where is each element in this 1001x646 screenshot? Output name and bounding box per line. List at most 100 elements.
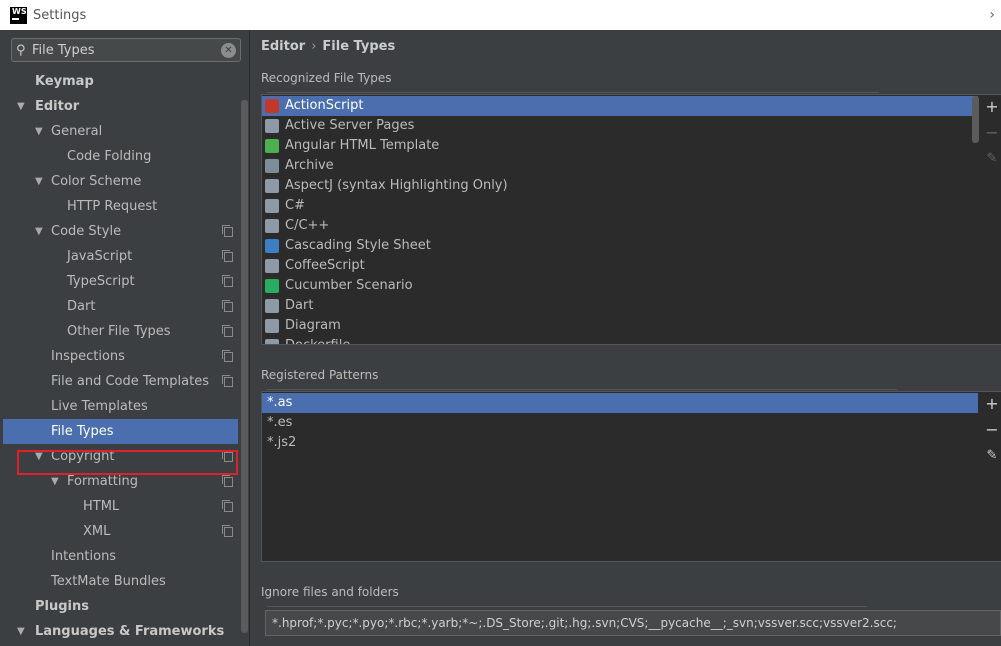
- project-copy-icon: [222, 275, 233, 287]
- tree-node-label: JavaScript: [67, 249, 133, 264]
- file-type-label: Archive: [285, 158, 334, 173]
- tree-node-code-folding[interactable]: Code Folding: [0, 144, 238, 169]
- project-copy-icon: [222, 250, 233, 262]
- project-copy-icon: [222, 375, 233, 387]
- file-type-row[interactable]: Dockerfile: [262, 336, 978, 344]
- pattern-row[interactable]: *.js2: [262, 433, 978, 453]
- pattern-row[interactable]: *.es: [262, 413, 978, 433]
- file-type-row[interactable]: Cascading Style Sheet: [262, 236, 978, 256]
- clear-search-icon[interactable]: ✕: [221, 43, 236, 58]
- project-copy-icon: [222, 350, 233, 362]
- add-file-type-button[interactable]: +: [984, 99, 1000, 115]
- recognized-file-types-list[interactable]: ActionScript Active Server Pages Angular H…: [261, 94, 1001, 345]
- file-type-row[interactable]: Active Server Pages: [262, 116, 978, 136]
- project-copy-icon: [222, 225, 233, 237]
- file-type-row[interactable]: Archive: [262, 156, 978, 176]
- remove-file-type-button[interactable]: −: [984, 125, 1000, 141]
- edit-pattern-button[interactable]: ✎: [984, 448, 1000, 464]
- expand-arrow-icon[interactable]: ▼: [35, 219, 45, 244]
- file-type-row[interactable]: Diagram: [262, 316, 978, 336]
- search-input[interactable]: [32, 42, 212, 58]
- tree-node-textmate-bundles[interactable]: TextMate Bundles: [0, 569, 238, 594]
- tree-node-label: TypeScript: [67, 274, 135, 289]
- tree-node-live-templates[interactable]: Live Templates: [0, 394, 238, 419]
- tree-node-languages-frameworks[interactable]: ▼ Languages & Frameworks: [0, 619, 238, 644]
- pattern-label: *.as: [267, 395, 293, 410]
- file-type-row[interactable]: C#: [262, 196, 978, 216]
- diagram-icon: [265, 319, 279, 333]
- tree-node-label: Live Templates: [51, 399, 148, 414]
- search-icon[interactable]: ⚲: [12, 43, 32, 58]
- project-copy-icon: [222, 500, 233, 512]
- expand-arrow-icon[interactable]: ▼: [35, 169, 45, 194]
- tree-node-general[interactable]: ▼ General: [0, 119, 238, 144]
- expand-arrow-icon[interactable]: ▼: [17, 619, 27, 644]
- tree-node-http-request[interactable]: HTTP Request: [0, 194, 238, 219]
- tree-node-label: Languages & Frameworks: [35, 624, 225, 639]
- file-type-label: ActionScript: [285, 98, 364, 113]
- tree-node-label: General: [51, 124, 103, 139]
- search-box: ⚲ ✕: [11, 38, 241, 62]
- file-type-label: Angular HTML Template: [285, 138, 440, 153]
- tree-node-html[interactable]: HTML: [0, 494, 238, 519]
- pattern-row[interactable]: *.as: [262, 393, 978, 413]
- file-type-label: Active Server Pages: [285, 118, 415, 133]
- file-type-row[interactable]: AspectJ (syntax Highlighting Only): [262, 176, 978, 196]
- close-icon[interactable]: ›: [989, 7, 995, 23]
- project-copy-icon: [222, 325, 233, 337]
- angular-html-icon: [265, 139, 279, 153]
- aspectj-file-icon: [265, 179, 279, 193]
- expand-arrow-icon[interactable]: ▼: [17, 94, 27, 119]
- tree-node-xml[interactable]: XML: [0, 519, 238, 544]
- dockerfile-icon: [265, 339, 279, 344]
- recognized-list-scrollbar[interactable]: [972, 96, 979, 143]
- tree-node-label: Plugins: [35, 599, 89, 614]
- tree-node-typescript[interactable]: TypeScript: [0, 269, 238, 294]
- tree-node-code-style[interactable]: ▼ Code Style: [0, 219, 238, 244]
- tree-node-color-scheme[interactable]: ▼ Color Scheme: [0, 169, 238, 194]
- file-type-label: C/C++: [285, 218, 330, 233]
- tree-node-dart[interactable]: Dart: [0, 294, 238, 319]
- tree-node-file-and-code-templates[interactable]: File and Code Templates: [0, 369, 238, 394]
- file-type-label: Diagram: [285, 318, 341, 333]
- css-file-icon: [265, 239, 279, 253]
- tree-node-other-file-types[interactable]: Other File Types: [0, 319, 238, 344]
- window-title: Settings: [33, 7, 87, 23]
- tree-node-label: Other File Types: [67, 324, 171, 339]
- tree-node-file-types[interactable]: File Types: [3, 419, 238, 444]
- tree-node-label: File Types: [51, 424, 114, 439]
- tree-node-keymap[interactable]: Keymap: [0, 69, 238, 94]
- tree-node-label: HTTP Request: [67, 199, 158, 214]
- tree-node-editor[interactable]: ▼ Editor: [0, 94, 238, 119]
- edit-file-type-button[interactable]: ✎: [984, 151, 1000, 167]
- tree-node-label: Intentions: [51, 549, 117, 564]
- file-type-row[interactable]: C/C++: [262, 216, 978, 236]
- tree-node-javascript[interactable]: JavaScript: [0, 244, 238, 269]
- expand-arrow-icon[interactable]: ▼: [35, 119, 45, 144]
- settings-sidebar: ⚲ ✕ Keymap ▼ Editor ▼ General Code Folding ▼ Co…: [0, 30, 250, 646]
- tree-node-plugins[interactable]: Plugins: [0, 594, 238, 619]
- ignore-files-input[interactable]: *.hprof;*.pyc;*.pyo;*.rbc;*.yarb;*~;.DS_…: [265, 610, 1001, 636]
- breadcrumb: Editor › File Types: [261, 39, 395, 54]
- file-type-label: C#: [285, 198, 305, 213]
- file-type-label: Dart: [285, 298, 314, 313]
- sidebar-scrollbar[interactable]: [241, 100, 248, 633]
- file-type-row[interactable]: ActionScript: [262, 96, 978, 116]
- file-type-row[interactable]: Dart: [262, 296, 978, 316]
- tree-node-label: XML: [83, 524, 111, 539]
- file-type-row[interactable]: CoffeeScript: [262, 256, 978, 276]
- cucumber-icon: [265, 279, 279, 293]
- file-type-label: Dockerfile: [285, 336, 350, 344]
- remove-pattern-button[interactable]: −: [984, 422, 1000, 438]
- file-type-label: Cascading Style Sheet: [285, 238, 431, 253]
- registered-patterns-list[interactable]: *.as *.es *.js2: [261, 391, 1001, 562]
- tree-node-intentions[interactable]: Intentions: [0, 544, 238, 569]
- tree-node-label: Inspections: [51, 349, 125, 364]
- tree-node-inspections[interactable]: Inspections: [0, 344, 238, 369]
- file-type-row[interactable]: Angular HTML Template: [262, 136, 978, 156]
- file-type-row[interactable]: Cucumber Scenario: [262, 276, 978, 296]
- breadcrumb-parent[interactable]: Editor: [261, 39, 305, 54]
- add-pattern-button[interactable]: +: [984, 396, 1000, 412]
- highlight-outline: [17, 450, 238, 475]
- title-bar: WS Settings ›: [0, 0, 1001, 30]
